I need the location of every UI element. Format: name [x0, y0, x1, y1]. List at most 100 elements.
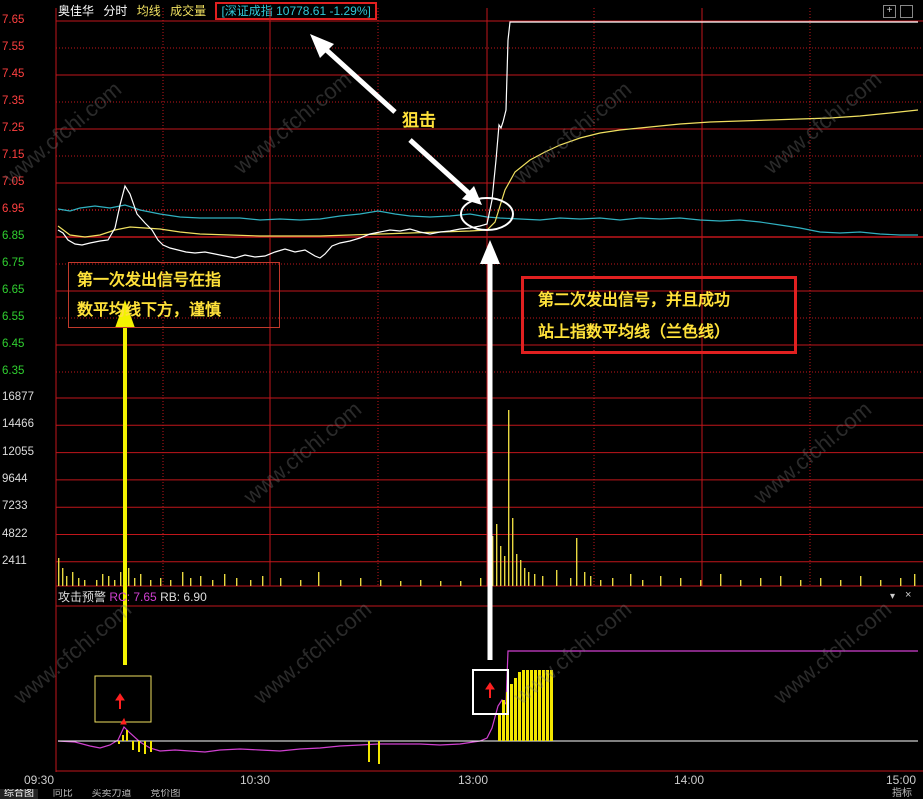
volume-bar [66, 576, 68, 586]
tab-force[interactable]: 买卖力道 [88, 789, 136, 799]
tab-auction[interactable]: 竞价图 [146, 789, 184, 799]
signal-markers [115, 682, 495, 725]
volume-bar [84, 580, 86, 586]
volume-tick: 14466 [2, 418, 34, 431]
rb-value: RB: 6.90 [160, 590, 207, 604]
volume-bar [212, 580, 214, 586]
volume-bar [108, 576, 110, 586]
volume-bar [570, 578, 572, 586]
volume-bar [460, 581, 462, 586]
volume-bar [680, 578, 682, 586]
volume-bar [250, 580, 252, 586]
volume-bar [190, 578, 192, 586]
indicator-header: 攻击预警 RC: 7.65 RB: 6.90 [58, 589, 207, 605]
volume-bar [584, 572, 586, 586]
volume-bar [360, 578, 362, 586]
second-signal-note: 第二次发出信号，并且成功 站上指数平均线（兰色线） [521, 276, 797, 354]
volume-bar [600, 580, 602, 586]
volume-tick: 4822 [2, 527, 28, 540]
volume-bar [840, 580, 842, 586]
time-tick: 09:30 [24, 773, 55, 787]
volume-tick: 2411 [2, 554, 27, 567]
volume-bar [630, 574, 632, 586]
volume-bar [520, 560, 522, 586]
volume-bar [800, 580, 802, 586]
volume-bar [480, 578, 482, 586]
volume-bar [760, 578, 762, 586]
volume-bar [120, 572, 122, 586]
price-tick: 6.75 [2, 257, 25, 269]
signal-bar [498, 714, 501, 741]
white-arrows-snipe [310, 34, 482, 205]
second-signal-line2: 站上指数平均线（兰色线） [538, 322, 731, 341]
volume-bar [128, 568, 130, 586]
indicator-name: 攻击预警 [58, 590, 107, 604]
volume-bar [236, 578, 238, 586]
price-tick: 6.35 [2, 365, 25, 377]
volume-bar [504, 556, 506, 586]
indicator-tab[interactable]: 指标 [892, 789, 912, 799]
signal-bar [378, 741, 380, 764]
volume-bar [780, 576, 782, 586]
volume-bar [516, 554, 518, 586]
signal-bar [118, 741, 120, 744]
volume-bar [880, 580, 882, 586]
volume-bar [508, 410, 510, 586]
tab-compare[interactable]: 同比 [49, 789, 77, 799]
volume-bar [96, 580, 98, 586]
time-tick: 10:30 [240, 773, 271, 787]
volume-tick: 9644 [2, 472, 28, 485]
volume-bar [820, 578, 822, 586]
dropdown-icon[interactable]: ▾ [890, 591, 895, 602]
volume-bar [900, 578, 902, 586]
volume-bar [224, 574, 226, 586]
volume-bar [160, 578, 162, 586]
signal-bar [126, 730, 128, 741]
volume-bar [420, 580, 422, 586]
volume-bar [170, 580, 172, 586]
price-tick: 6.45 [2, 338, 25, 350]
volume-bar [660, 576, 662, 586]
volume-tick: 7233 [2, 500, 28, 513]
volume-bar [400, 581, 402, 586]
volume-bar [114, 580, 116, 586]
volume-bar [200, 576, 202, 586]
price-tick: 6.55 [2, 311, 25, 323]
signal-bar [122, 735, 124, 741]
volume-bar [914, 574, 916, 586]
first-signal-line1: 第一次发出信号在指 [77, 270, 222, 289]
signal-bar [138, 741, 140, 752]
white-arrow-up [480, 240, 500, 660]
first-signal-note: 第一次发出信号在指 数平均线下方，谨慎 [68, 262, 280, 328]
price-tick: 7.35 [2, 95, 25, 107]
volume-bar [300, 580, 302, 586]
volume-bar [528, 572, 530, 586]
close-icon[interactable]: × [905, 589, 911, 601]
volume-bar [318, 572, 320, 586]
volume-bar [58, 558, 60, 586]
volume-bar [62, 568, 64, 586]
chart-window: 奥佳华 分时 均线 成交量 [深证成指 10778.61 -1.29%] + 7… [0, 0, 923, 799]
volume-bar [642, 580, 644, 586]
volume-bar [78, 578, 80, 586]
volume-bar [500, 546, 502, 586]
time-tick: 15:00 [886, 773, 917, 787]
volume-bar [262, 576, 264, 586]
tab-composite[interactable]: 综合图 [0, 789, 38, 799]
volume-bar [496, 524, 498, 586]
volume-bar [720, 574, 722, 586]
volume-bar [542, 576, 544, 586]
time-tick: 13:00 [458, 773, 489, 787]
second-signal-line1: 第二次发出信号，并且成功 [538, 290, 731, 309]
volume-bar [534, 574, 536, 586]
volume-bar [524, 568, 526, 586]
time-tick: 14:00 [674, 773, 705, 787]
volume-bar [440, 581, 442, 586]
price-tick: 7.45 [2, 68, 25, 80]
volume-bar [140, 574, 142, 586]
price-tick: 7.55 [2, 41, 25, 53]
volume-bar [72, 572, 74, 586]
volume-bar [340, 580, 342, 586]
volume-bar [612, 578, 614, 586]
bottom-tabs: 综合图 同比 买卖力道 竞价图 [0, 789, 923, 799]
